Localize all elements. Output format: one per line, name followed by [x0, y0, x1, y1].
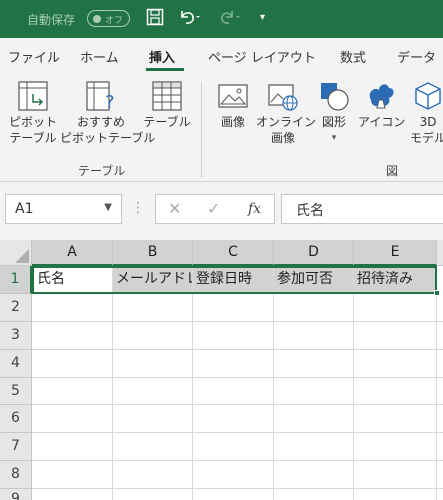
3d-models-label-1: 3D — [419, 115, 437, 129]
formula-value: 氏名 — [296, 203, 324, 219]
cell-a1[interactable]: 氏名 — [34, 267, 112, 294]
online-pictures-label-2: 画像 — [270, 131, 295, 145]
gridline — [273, 266, 274, 500]
worksheet-grid[interactable]: A B C D E 1 2 3 4 5 6 7 8 9 氏名 メールアドレス 登… — [0, 240, 443, 500]
title-bar: 自動保存 オフ ▾ — [0, 0, 443, 38]
name-box-dropdown-icon[interactable]: ▼ — [104, 202, 112, 213]
online-pictures-label-1: オンライン — [256, 115, 317, 129]
shapes-label: 図形 — [321, 115, 346, 129]
tab-home[interactable]: ホーム — [80, 47, 119, 66]
cell-d1[interactable]: 参加可否 — [274, 267, 353, 294]
group-label-tables: テーブル — [78, 164, 126, 178]
row-header-2[interactable]: 2 — [0, 294, 32, 322]
name-box[interactable]: A1 ▼ — [5, 194, 122, 224]
pivot-table-button[interactable]: ピボット テーブル — [8, 80, 58, 146]
gridline — [32, 460, 443, 461]
toggle-knob-icon — [93, 15, 101, 23]
row-header-3[interactable]: 3 — [0, 322, 32, 350]
recommended-pivot-button[interactable]: ? おすすめ ピボットテーブル — [60, 80, 156, 146]
online-pictures-button[interactable]: オンライン 画像 — [256, 80, 317, 146]
select-all-triangle-icon — [15, 249, 29, 263]
online-picture-icon — [268, 84, 298, 111]
tab-file[interactable]: ファイル — [8, 47, 60, 66]
cube-icon — [415, 82, 441, 110]
autosave-toggle[interactable]: オフ — [87, 10, 130, 27]
insert-function-icon[interactable]: fx — [248, 201, 261, 217]
autosave-state: オフ — [105, 16, 124, 26]
pivot-table-label-2: テーブル — [9, 131, 57, 145]
tab-data[interactable]: データ — [397, 47, 436, 66]
3d-models-label-2: モデル — [409, 131, 443, 145]
name-box-value: A1 — [15, 201, 34, 217]
table-icon — [152, 81, 182, 111]
cell-e1[interactable]: 招待済み — [354, 267, 435, 294]
column-header-d[interactable]: D — [274, 240, 354, 266]
customize-qat-icon[interactable]: ▾ — [260, 8, 265, 28]
group-separator — [201, 82, 202, 178]
tab-insert[interactable]: 挿入 — [149, 47, 175, 66]
cell-c1[interactable]: 登録日時 — [193, 267, 273, 294]
row-header-9[interactable]: 9 — [0, 489, 32, 500]
cancel-icon[interactable]: ✕ — [168, 199, 181, 218]
pictures-label: 画像 — [220, 115, 245, 129]
column-header-a[interactable]: A — [32, 240, 113, 266]
gridline — [112, 266, 113, 500]
shapes-button[interactable]: 図形 ▾ — [314, 80, 354, 146]
icons-icon — [369, 84, 394, 109]
table-button[interactable]: テーブル — [142, 80, 192, 130]
tab-page-layout[interactable]: ページ レイアウト — [208, 47, 316, 66]
pivot-table-icon — [18, 81, 48, 111]
gridline — [353, 266, 354, 500]
icons-label: アイコン — [358, 115, 406, 129]
formula-input[interactable]: 氏名 — [281, 194, 443, 224]
gridline — [32, 404, 443, 405]
formula-tools: ✕ ✓ fx — [155, 194, 275, 224]
row-header-6[interactable]: 6 — [0, 405, 32, 433]
gridline — [32, 377, 443, 378]
fill-handle[interactable] — [434, 290, 440, 296]
column-header-f[interactable] — [437, 240, 443, 266]
row-header-8[interactable]: 8 — [0, 461, 32, 489]
shapes-dropdown-icon: ▾ — [331, 133, 337, 143]
3d-models-button[interactable]: 3D モデル — [408, 80, 443, 146]
recommended-pivot-label-2: ピボットテーブル — [60, 131, 156, 145]
tab-formulas[interactable]: 数式 — [340, 47, 366, 66]
redo-icon[interactable] — [220, 8, 242, 32]
gridline — [436, 266, 437, 500]
row-header-7[interactable]: 7 — [0, 433, 32, 461]
formula-bar-grip-icon[interactable]: ⋮ — [131, 200, 145, 216]
pivot-table-label-1: ピボット — [8, 115, 57, 129]
table-label: テーブル — [143, 115, 191, 129]
cell-b1[interactable]: メールアドレス — [113, 267, 192, 294]
column-header-b[interactable]: B — [113, 240, 193, 266]
row-header-5[interactable]: 5 — [0, 378, 32, 405]
active-tab-indicator — [146, 68, 184, 71]
select-all-button[interactable] — [0, 240, 32, 266]
column-header-e[interactable]: E — [354, 240, 437, 266]
recommended-pivot-icon: ? — [86, 81, 115, 112]
picture-icon — [218, 84, 248, 108]
row-header-4[interactable]: 4 — [0, 350, 32, 378]
undo-icon[interactable] — [178, 8, 200, 32]
group-label-illustrations: 図 — [386, 164, 399, 178]
icons-button[interactable]: アイコン — [358, 80, 406, 130]
formula-bar: A1 ▼ ⋮ ✕ ✓ fx 氏名 — [0, 182, 443, 240]
row-header-1[interactable]: 1 — [0, 266, 32, 294]
gridline — [32, 488, 443, 489]
svg-text:?: ? — [105, 92, 115, 112]
ribbon-tabs: ファイル ホーム 挿入 ページ レイアウト 数式 データ — [0, 38, 443, 72]
save-icon[interactable] — [146, 8, 164, 32]
shapes-icon — [321, 83, 349, 111]
column-header-c[interactable]: C — [193, 240, 274, 266]
gridline — [192, 266, 193, 500]
enter-icon[interactable]: ✓ — [207, 199, 220, 218]
pictures-button[interactable]: 画像 — [214, 80, 252, 130]
recommended-pivot-label-1: おすすめ — [76, 115, 125, 129]
gridline — [32, 349, 443, 350]
autosave-label: 自動保存 — [27, 13, 76, 27]
gridline — [32, 321, 443, 322]
gridline — [32, 432, 443, 433]
ribbon-insert: ピボット テーブル ? おすすめ ピボットテーブル テーブル テーブル 画像 オ… — [0, 72, 443, 182]
